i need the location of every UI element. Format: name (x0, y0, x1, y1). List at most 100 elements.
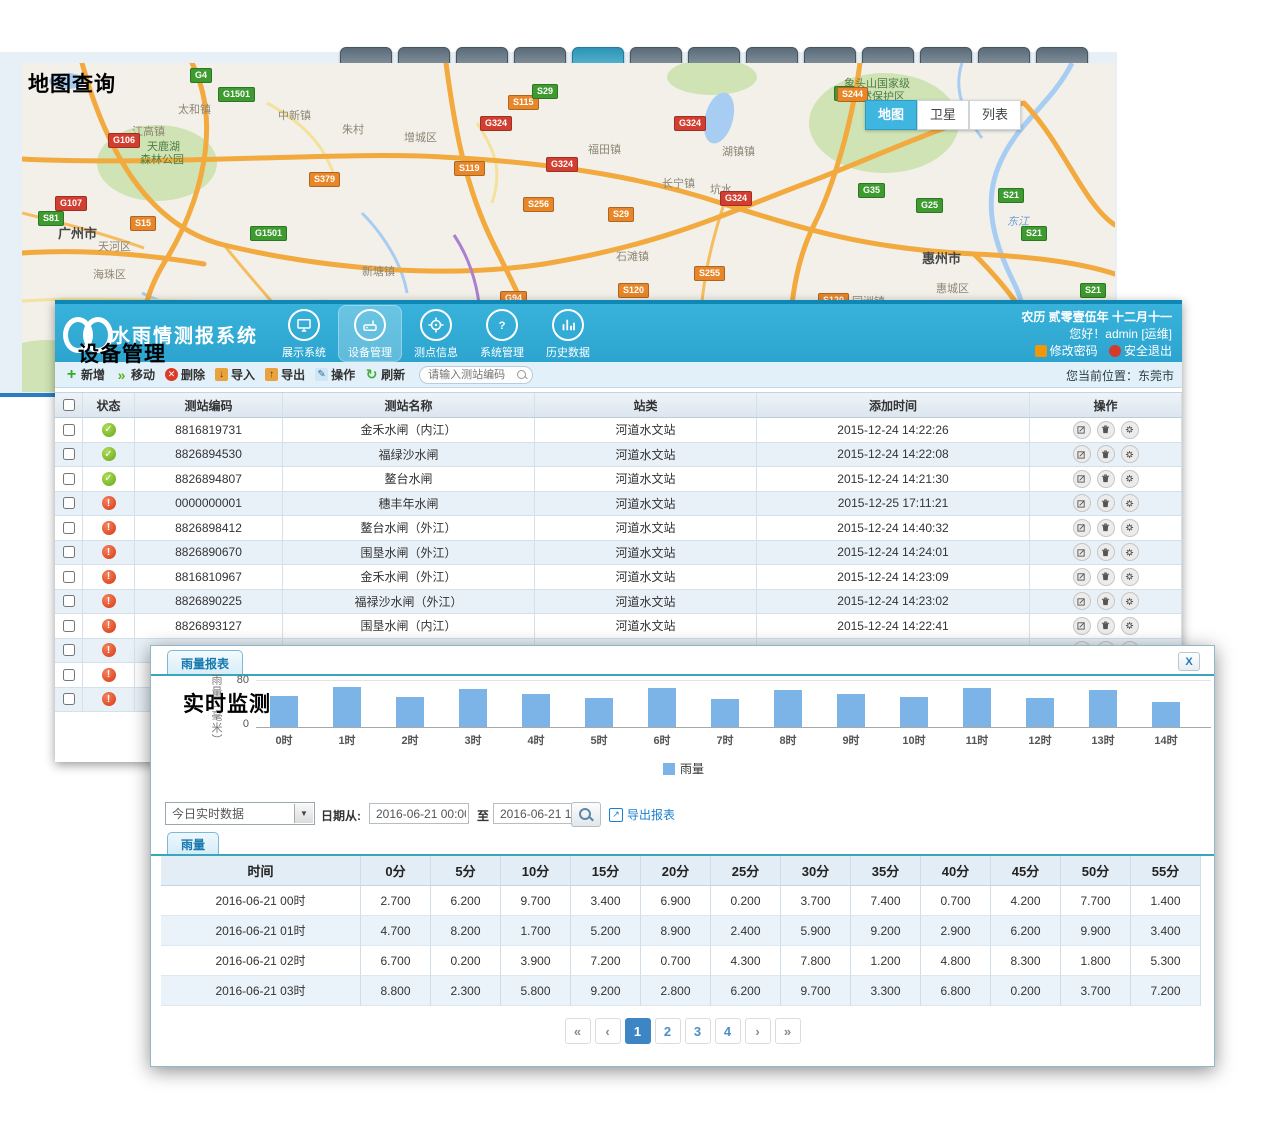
road-badge: G107 (55, 196, 87, 211)
edit-icon[interactable] (1073, 519, 1091, 537)
nav-item-展示系统[interactable]: 展示系统 (272, 305, 336, 362)
edit-icon[interactable] (1073, 445, 1091, 463)
station-code-cell: 8816810967 (135, 565, 283, 589)
pagination-page[interactable]: 1 (625, 1018, 651, 1044)
nav-item-label: 系统管理 (470, 344, 534, 360)
map-view-button[interactable]: 卫星 (917, 100, 969, 130)
pagination-page[interactable]: 2 (655, 1018, 681, 1044)
trash-icon[interactable] (1097, 421, 1115, 439)
data-range-select[interactable]: 今日实时数据 ▼ (165, 802, 315, 825)
edit-icon[interactable] (1073, 470, 1091, 488)
gear-icon[interactable] (1121, 568, 1139, 586)
nav-item-设备管理[interactable]: 设备管理 (338, 305, 402, 362)
toolbar-button-移动[interactable]: »移动 (115, 366, 155, 383)
report-value-cell: 6.700 (361, 946, 431, 976)
pagination-arrow[interactable]: « (565, 1018, 591, 1044)
gear-icon[interactable] (1121, 445, 1139, 463)
row-checkbox[interactable] (63, 546, 75, 558)
export-report-link[interactable]: ↗ 导出报表 (609, 806, 675, 823)
trash-icon[interactable] (1097, 568, 1115, 586)
toolbar-button-刷新[interactable]: ↻刷新 (365, 366, 405, 383)
row-checkbox[interactable] (63, 595, 75, 607)
edit-icon[interactable] (1073, 592, 1091, 610)
pagination-page[interactable]: 4 (715, 1018, 741, 1044)
date-from-input[interactable] (369, 803, 469, 824)
tab-rainfall[interactable]: 雨量 (167, 832, 219, 855)
pagination-arrow[interactable]: ‹ (595, 1018, 621, 1044)
edit-icon[interactable] (1073, 421, 1091, 439)
row-checkbox[interactable] (63, 448, 75, 460)
edit-icon[interactable] (1073, 494, 1091, 512)
export-icon: ↗ (609, 808, 623, 822)
select-all-checkbox[interactable] (63, 399, 75, 411)
row-checkbox[interactable] (63, 693, 75, 705)
status-cell: ! (83, 590, 135, 614)
chevron-down-icon[interactable]: ▼ (294, 804, 313, 823)
row-checkbox[interactable] (63, 571, 75, 583)
row-checkbox[interactable] (63, 669, 75, 681)
station-name-cell: 鳌台水闸（外江） (283, 516, 535, 540)
export-report-label: 导出报表 (627, 806, 675, 823)
trash-icon[interactable] (1097, 592, 1115, 610)
gear-icon[interactable] (1121, 592, 1139, 610)
row-checkbox[interactable] (63, 497, 75, 509)
pagination-page[interactable]: 3 (685, 1018, 711, 1044)
row-checkbox[interactable] (63, 473, 75, 485)
gear-icon[interactable] (1121, 617, 1139, 635)
station-search-input[interactable] (419, 366, 533, 384)
edit-icon[interactable] (1073, 543, 1091, 561)
row-checkbox[interactable] (63, 424, 75, 436)
station-name-cell: 金禾水闸（内江） (283, 418, 535, 442)
nav-item-历史数据[interactable]: 历史数据 (536, 305, 600, 362)
toolbar-button-新增[interactable]: +新增 (65, 366, 105, 383)
gear-icon[interactable] (1121, 470, 1139, 488)
edit-icon[interactable] (1073, 568, 1091, 586)
map-place-label: 海珠区 (93, 266, 126, 282)
nav-item-测点信息[interactable]: 测点信息 (404, 305, 468, 362)
nav-item-label: 展示系统 (272, 344, 336, 360)
row-checkbox-cell (55, 418, 83, 442)
nav-item-系统管理[interactable]: ?系统管理 (470, 305, 534, 362)
table-row: !8826893127围垦水闸（内江）河道水文站2015-12-24 14:22… (55, 614, 1182, 639)
trash-icon[interactable] (1097, 470, 1115, 488)
gear-icon[interactable] (1121, 421, 1139, 439)
search-icon[interactable] (517, 370, 526, 379)
gear-icon[interactable] (1121, 494, 1139, 512)
chart-bar (711, 699, 739, 727)
chart-bar (333, 687, 361, 727)
gear-icon[interactable] (1121, 543, 1139, 561)
operate-icon: ✎ (315, 368, 328, 381)
operations-cell (1030, 492, 1182, 516)
chart-bar (270, 696, 298, 727)
toolbar-button-导入[interactable]: ↓导入 (215, 366, 255, 383)
pagination-arrow[interactable]: » (775, 1018, 801, 1044)
x-tick-label: 8时 (766, 732, 810, 748)
trash-icon[interactable] (1097, 617, 1115, 635)
edit-icon[interactable] (1073, 617, 1091, 635)
trash-icon[interactable] (1097, 543, 1115, 561)
toolbar-button-删除[interactable]: ✕删除 (165, 366, 205, 383)
pagination-arrow[interactable]: › (745, 1018, 771, 1044)
report-search-button[interactable] (571, 802, 601, 827)
station-name-cell: 围垦水闸（外江） (283, 541, 535, 565)
toolbar-button-操作[interactable]: ✎操作 (315, 366, 355, 383)
row-checkbox[interactable] (63, 522, 75, 534)
trash-icon[interactable] (1097, 494, 1115, 512)
road-badge: S81 (38, 211, 64, 226)
gear-icon[interactable] (1121, 519, 1139, 537)
x-tick-label: 0时 (262, 732, 306, 748)
map-view-button[interactable]: 列表 (969, 100, 1021, 130)
row-checkbox[interactable] (63, 644, 75, 656)
toolbar-button-导出[interactable]: ↑导出 (265, 366, 305, 383)
change-password-link[interactable]: 修改密码 (1050, 344, 1098, 358)
trash-icon[interactable] (1097, 445, 1115, 463)
row-checkbox-cell (55, 565, 83, 589)
modal-tab-rainfall-report[interactable]: 雨量报表 (167, 650, 243, 675)
status-ok-icon: ✓ (102, 423, 116, 437)
close-icon[interactable]: X (1178, 652, 1200, 671)
map-view-button[interactable]: 地图 (865, 100, 917, 130)
status-cell: ! (83, 565, 135, 589)
row-checkbox[interactable] (63, 620, 75, 632)
trash-icon[interactable] (1097, 519, 1115, 537)
logout-link[interactable]: 安全退出 (1124, 344, 1172, 358)
